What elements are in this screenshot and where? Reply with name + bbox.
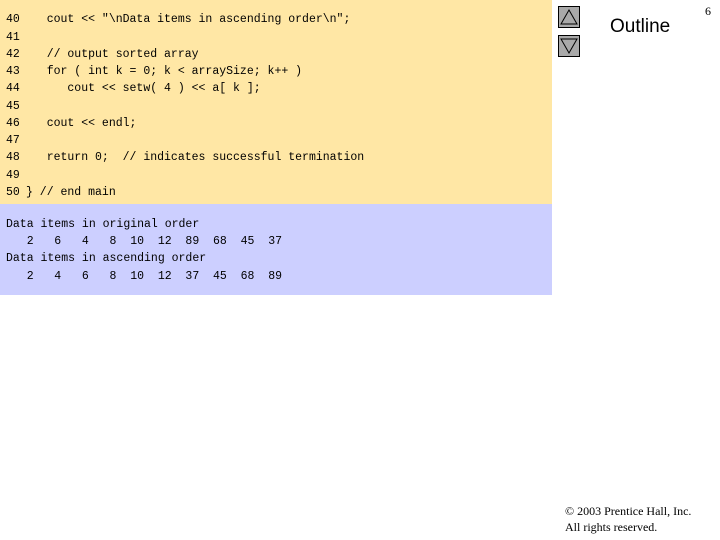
previous-slide-button[interactable] xyxy=(558,6,580,28)
code-line-42: 42 // output sorted array xyxy=(6,47,199,63)
line-number: 41 xyxy=(6,31,20,44)
line-number: 49 xyxy=(6,169,20,182)
code-text: return 0; // indicates successful termin… xyxy=(26,151,365,164)
program-output-panel: Data items in original order 2 6 4 8 10 … xyxy=(0,204,552,295)
code-line-45: 45 xyxy=(6,99,26,115)
rights-line: All rights reserved. xyxy=(565,520,658,534)
line-number: 50 xyxy=(6,186,20,199)
code-text: cout << "\nData items in ascending order… xyxy=(26,13,351,26)
code-text: } // end main xyxy=(26,186,116,199)
triangle-down-icon xyxy=(560,38,578,55)
line-number: 40 xyxy=(6,13,20,26)
code-line-40: 40 cout << "\nData items in ascending or… xyxy=(6,12,350,28)
triangle-up-icon xyxy=(560,8,578,25)
output-line: 2 4 6 8 10 12 37 45 68 89 xyxy=(6,270,283,283)
code-line-47: 47 xyxy=(6,133,26,149)
code-text: cout << setw( 4 ) << a[ k ]; xyxy=(26,82,261,95)
outline-label[interactable]: Outline xyxy=(610,16,670,38)
output-line: Data items in ascending order xyxy=(6,252,207,265)
output-line: 2 6 4 8 10 12 89 68 45 37 xyxy=(6,235,283,248)
line-number: 47 xyxy=(6,134,20,147)
code-line-49: 49 xyxy=(6,168,26,184)
code-line-50: 50 } // end main xyxy=(6,185,116,201)
code-line-48: 48 return 0; // indicates successful ter… xyxy=(6,150,364,166)
line-number: 43 xyxy=(6,65,20,78)
copyright-line: © 2003 Prentice Hall, Inc. xyxy=(565,504,692,518)
code-text: // output sorted array xyxy=(26,48,199,61)
code-text: cout << endl; xyxy=(26,117,137,130)
line-number: 42 xyxy=(6,48,20,61)
line-number: 45 xyxy=(6,100,20,113)
copyright-notice: © 2003 Prentice Hall, Inc. All rights re… xyxy=(565,503,691,535)
code-text: for ( int k = 0; k < arraySize; k++ ) xyxy=(26,65,303,78)
code-line-43: 43 for ( int k = 0; k < arraySize; k++ ) xyxy=(6,64,302,80)
page-number: 6 xyxy=(705,4,711,18)
line-number: 48 xyxy=(6,151,20,164)
output-line: Data items in original order xyxy=(6,218,200,231)
code-line-44: 44 cout << setw( 4 ) << a[ k ]; xyxy=(6,81,261,97)
next-slide-button[interactable] xyxy=(558,35,580,57)
line-number: 46 xyxy=(6,117,20,130)
code-line-46: 46 cout << endl; xyxy=(6,116,136,132)
line-number: 44 xyxy=(6,82,20,95)
code-line-41: 41 xyxy=(6,30,26,46)
code-panel: 40 cout << "\nData items in ascending or… xyxy=(0,0,552,204)
